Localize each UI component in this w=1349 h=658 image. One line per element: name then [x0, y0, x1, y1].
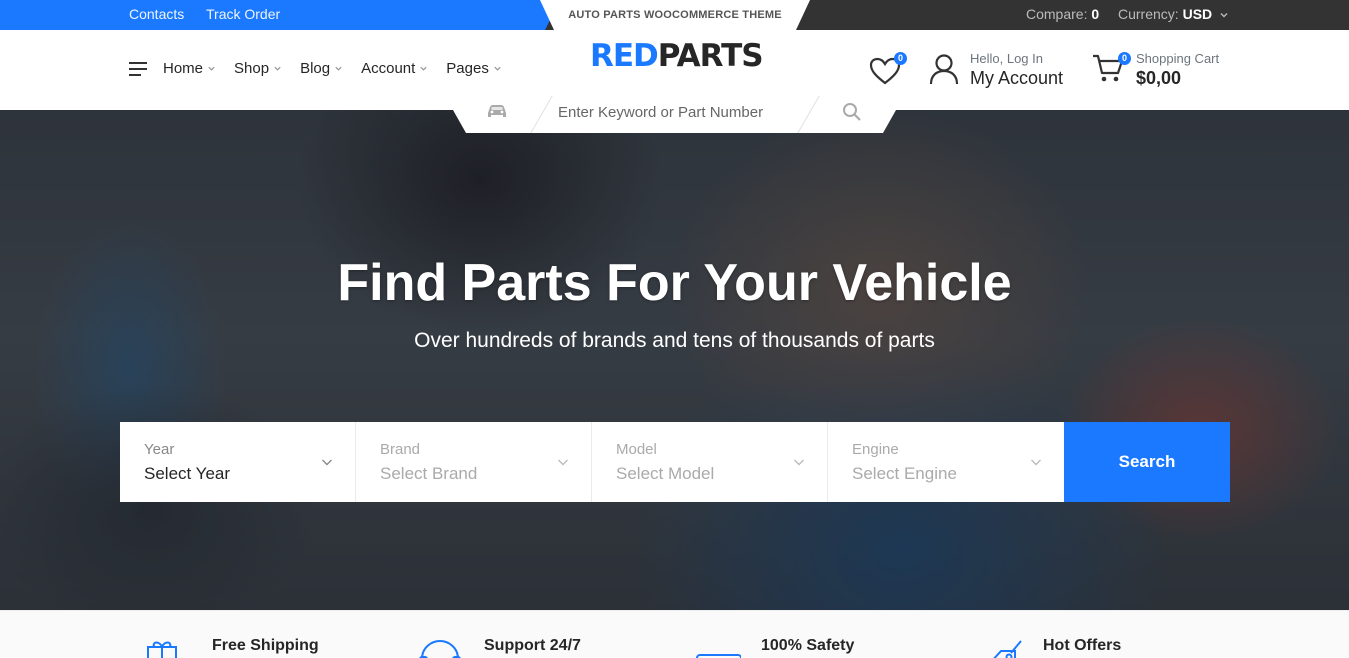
chevron-down-icon — [558, 459, 568, 466]
chevron-down-icon — [1031, 459, 1041, 466]
search-divider — [797, 96, 820, 133]
theme-tagline: AUTO PARTS WOOCOMMERCE THEME — [568, 9, 782, 21]
cart-total: $0,00 — [1136, 68, 1182, 88]
account-title: My Account — [970, 68, 1064, 88]
logo-red: RED — [590, 38, 659, 74]
site-logo[interactable]: REDPARTS — [590, 38, 764, 74]
currency-selector[interactable]: Currency: USD — [1118, 6, 1229, 22]
nav-item-label: Home — [163, 60, 204, 77]
brand-value: Select Brand — [380, 464, 478, 483]
year-select[interactable]: Year Select Year — [120, 422, 356, 502]
compare-indicator[interactable]: Compare: 0 — [1026, 6, 1099, 22]
cart-button[interactable]: 0 Shopping Cart $0,00 — [1092, 52, 1219, 89]
main-nav: Home Shop Blog Account Pages — [163, 60, 502, 77]
engine-select[interactable]: Engine Select Engine — [828, 422, 1064, 502]
feature-safety: 100% Safety — [695, 625, 854, 658]
search-icon[interactable] — [842, 102, 862, 122]
nav-item-blog[interactable]: Blog — [300, 60, 343, 77]
nav-item-label: Pages — [446, 60, 489, 77]
year-value: Select Year — [144, 464, 231, 483]
safety-icon — [696, 654, 741, 658]
compare-label: Compare: — [1026, 6, 1088, 22]
chevron-down-icon — [208, 66, 215, 71]
nav-item-shop[interactable]: Shop — [234, 60, 282, 77]
chevron-down-icon — [335, 66, 342, 71]
engine-label: Engine — [852, 441, 899, 458]
model-value: Select Model — [616, 464, 715, 483]
brand-label: Brand — [380, 441, 421, 458]
feature-free-shipping: Free Shipping — [146, 625, 319, 658]
account-greeting: Hello, Log In — [970, 51, 1043, 66]
contacts-link[interactable]: Contacts — [129, 6, 184, 22]
nav-item-label: Shop — [234, 60, 270, 77]
menu-icon[interactable] — [129, 62, 147, 76]
model-label: Model — [616, 441, 657, 458]
offers-icon — [993, 640, 1022, 658]
chevron-down-icon — [794, 459, 804, 466]
account-menu[interactable]: Hello, Log In My Account — [928, 52, 1063, 89]
chevron-down-icon — [274, 66, 281, 71]
car-icon[interactable] — [486, 102, 508, 120]
chevron-down-icon — [1220, 13, 1228, 18]
hero-subtitle: Over hundreds of brands and tens of thou… — [414, 329, 935, 352]
hero-banner: Find Parts For Your Vehicle Over hundred… — [0, 110, 1349, 610]
nav-item-account[interactable]: Account — [361, 60, 428, 77]
feature-support: Support 24/7 — [418, 625, 581, 658]
nav-item-label: Account — [361, 60, 416, 77]
support-icon — [419, 639, 461, 658]
nav-item-home[interactable]: Home — [163, 60, 216, 77]
feature-hot-offers: Hot Offers — [977, 625, 1121, 658]
engine-value: Select Engine — [852, 464, 957, 483]
wishlist-count-badge: 0 — [894, 52, 907, 65]
header-search — [453, 96, 896, 133]
cart-count-badge: 0 — [1118, 52, 1131, 65]
track-order-link[interactable]: Track Order — [206, 6, 280, 22]
brand-select[interactable]: Brand Select Brand — [356, 422, 592, 502]
wishlist-button[interactable]: 0 — [868, 52, 907, 87]
search-input[interactable] — [558, 100, 798, 124]
vehicle-search-button[interactable]: Search — [1064, 422, 1230, 502]
nav-item-pages[interactable]: Pages — [446, 60, 502, 77]
features-strip: Free Shipping Support 24/7 100% Safety H… — [0, 610, 1349, 658]
currency-label: Currency: — [1118, 6, 1179, 22]
logo-parts: PARTS — [657, 38, 764, 74]
compare-count: 0 — [1091, 6, 1100, 22]
currency-value: USD — [1182, 6, 1213, 22]
chevron-down-icon — [494, 66, 501, 71]
hero-overlay — [0, 110, 1349, 610]
user-icon — [929, 54, 959, 85]
feature-title: Hot Offers — [1043, 637, 1122, 654]
feature-title: 100% Safety — [761, 637, 855, 654]
hero-title: Find Parts For Your Vehicle — [337, 254, 1012, 312]
search-divider — [530, 96, 553, 133]
cart-label: Shopping Cart — [1136, 51, 1220, 66]
vehicle-picker-form: Year Select Year Brand Select Brand Mode… — [120, 422, 1230, 502]
chevron-down-icon — [420, 66, 427, 71]
year-label: Year — [144, 441, 175, 458]
free-shipping-icon — [147, 641, 177, 658]
feature-title: Support 24/7 — [484, 637, 581, 654]
chevron-down-icon — [322, 459, 332, 466]
nav-item-label: Blog — [300, 60, 331, 77]
model-select[interactable]: Model Select Model — [592, 422, 828, 502]
feature-title: Free Shipping — [212, 637, 319, 654]
